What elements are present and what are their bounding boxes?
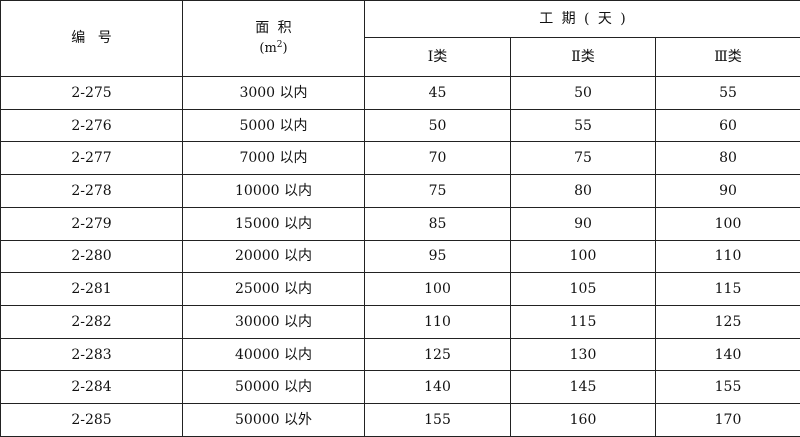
table-row: 2-278 10000 以内 75 80 90 [0,174,800,208]
cell-class-1: 95 [364,239,511,274]
cell-code: 2-280 [0,239,183,274]
cell-class-1: 45 [364,76,511,110]
cell-area: 50000 以外 [182,403,365,437]
cell-area: 3000 以内 [182,76,365,110]
cell-code: 2-283 [0,337,183,372]
cell-class-3: 155 [654,370,800,405]
cell-class-3: 80 [654,141,800,176]
cell-class-2: 105 [510,272,656,307]
cell-area: 15000 以内 [182,206,365,241]
cell-code: 2-279 [0,206,183,241]
cell-area: 30000 以内 [182,305,365,339]
cell-area: 20000 以内 [182,239,365,274]
cell-code: 2-276 [0,108,183,143]
header-duration-label: 工期(天) [539,10,635,27]
header-class-1: Ⅰ类 [364,37,511,77]
header-class-3: Ⅲ类 [654,37,800,77]
duration-table: 编号 面积 (m2) 工期(天) Ⅰ类 Ⅱ类 Ⅲ类 2-275 3000 以内 45… [0,0,800,437]
cell-class-2: 55 [510,108,656,143]
cell-class-3: 115 [654,272,800,307]
table-row: 2-276 5000 以内 50 55 60 [0,108,800,143]
cell-class-1: 50 [364,108,511,143]
table-row: 2-285 50000 以外 155 160 170 [0,403,800,437]
cell-class-2: 100 [510,239,656,274]
cell-area: 25000 以内 [182,272,365,307]
table-row: 2-280 20000 以内 95 100 110 [0,239,800,274]
header-area-label: 面积 [255,19,301,36]
cell-code: 2-275 [0,76,183,110]
cell-class-3: 140 [654,337,800,372]
header-duration: 工期(天) [363,0,800,38]
table-body: 2-275 3000 以内 45 50 55 2-276 5000 以内 50 55 60 2-27… [0,76,800,437]
cell-class-3: 55 [654,76,800,110]
cell-class-3: 100 [654,206,800,241]
cell-class-1: 75 [364,174,511,208]
header-row-top: 编号 面积 (m2) 工期(天) [0,0,800,77]
table-row: 2-283 40000 以内 125 130 140 [0,337,800,372]
table-row: 2-277 7000 以内 70 75 80 [0,141,800,176]
header-area: 面积 (m2) [182,0,365,77]
cell-code: 2-285 [0,403,183,437]
cell-class-3: 125 [654,305,800,339]
cell-class-2: 160 [510,403,656,437]
table-row: 2-275 3000 以内 45 50 55 [0,76,800,110]
cell-class-2: 80 [510,174,656,208]
page: 编号 面积 (m2) 工期(天) Ⅰ类 Ⅱ类 Ⅲ类 2-275 3000 以内 45… [0,0,800,437]
cell-class-2: 145 [510,370,656,405]
cell-code: 2-284 [0,370,183,405]
cell-class-2: 115 [510,305,656,339]
cell-code: 2-281 [0,272,183,307]
cell-class-3: 90 [654,174,800,208]
cell-class-2: 50 [510,76,656,110]
cell-class-1: 155 [364,403,511,437]
cell-class-1: 125 [364,337,511,372]
cell-class-1: 110 [364,305,511,339]
header-code: 编号 [0,0,183,77]
cell-class-2: 75 [510,141,656,176]
cell-class-1: 140 [364,370,511,405]
header-class-2: Ⅱ类 [510,37,656,77]
table-row: 2-281 25000 以内 100 105 115 [0,272,800,307]
header-code-label: 编号 [71,30,125,47]
cell-code: 2-278 [0,174,183,208]
cell-area: 40000 以内 [182,337,365,372]
cell-code: 2-282 [0,305,183,339]
cell-class-2: 130 [510,337,656,372]
cell-class-1: 70 [364,141,511,176]
header-area-unit: (m2) [259,40,288,57]
cell-class-1: 100 [364,272,511,307]
cell-area: 7000 以内 [182,141,365,176]
table-row: 2-284 50000 以内 140 145 155 [0,370,800,405]
cell-class-3: 110 [654,239,800,274]
cell-class-3: 170 [654,403,800,437]
cell-code: 2-277 [0,141,183,176]
table-row: 2-279 15000 以内 85 90 100 [0,206,800,241]
cell-class-3: 60 [654,108,800,143]
cell-area: 10000 以内 [182,174,365,208]
cell-class-1: 85 [364,206,511,241]
cell-class-2: 90 [510,206,656,241]
cell-area: 5000 以内 [182,108,365,143]
cell-area: 50000 以内 [182,370,365,405]
table-row: 2-282 30000 以内 110 115 125 [0,305,800,339]
